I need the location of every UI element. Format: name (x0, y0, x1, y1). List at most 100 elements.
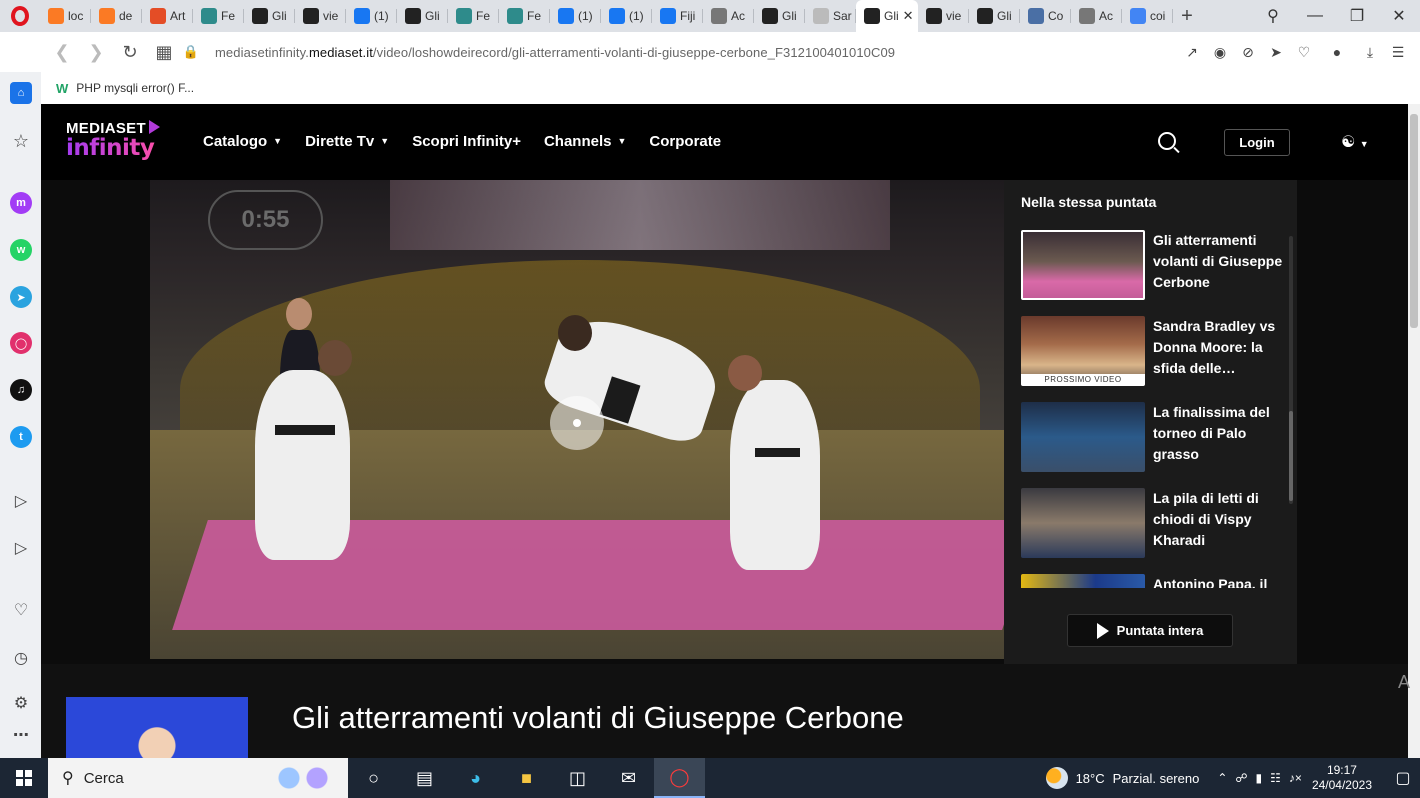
browser-tab[interactable]: Fe (499, 0, 550, 32)
lock-icon[interactable]: 🔒 (181, 44, 201, 60)
snapshot-icon[interactable]: ◉ (1208, 44, 1232, 61)
telegram-icon[interactable]: ➤ (10, 286, 32, 308)
history-clock-icon[interactable]: ◷ (10, 647, 32, 669)
mediaset-icon (405, 8, 421, 24)
speed-dial-star-icon[interactable]: ☆ (10, 130, 32, 152)
browser-tab[interactable]: Art (142, 0, 193, 32)
profile-icon[interactable]: ● (1320, 44, 1354, 60)
adblock-icon[interactable]: ⊘ (1236, 44, 1260, 61)
maximize-button[interactable]: ❐ (1336, 6, 1378, 26)
panel-scrollbar[interactable] (1289, 236, 1293, 504)
whatsapp-icon[interactable]: w (10, 239, 32, 261)
nav-item-channels[interactable]: Channels ▼ (544, 133, 626, 150)
download-icon[interactable]: ⤓ (1358, 44, 1382, 61)
browser-tab[interactable]: Fe (448, 0, 499, 32)
edge-icon[interactable]: ◕ (450, 758, 501, 798)
tab-label: de (119, 9, 133, 23)
browser-tab[interactable]: Gli ✕ (856, 0, 918, 32)
search-tabs-icon[interactable]: ⚲ (1252, 6, 1294, 26)
easy-setup-icon[interactable]: ☰ (1386, 44, 1410, 61)
share-icon[interactable]: ↗ (1180, 44, 1204, 61)
nav-item-catalogo[interactable]: Catalogo ▼ (203, 133, 282, 150)
mediaset-infinity-logo[interactable]: MEDIASET infinity (66, 120, 160, 161)
browser-tab[interactable]: Gli (969, 0, 1020, 32)
taskbar-search[interactable]: ⚲ Cerca (48, 758, 348, 798)
network-icon[interactable]: ☍ (1235, 771, 1247, 785)
browser-tab[interactable]: Fe (193, 0, 244, 32)
home-icon[interactable]: ⌂ (10, 82, 32, 104)
instagram-icon[interactable]: ◯ (10, 332, 32, 354)
weather-widget[interactable]: 18°C Parzial. sereno (1045, 767, 1199, 789)
video-player[interactable]: 0:55 (150, 180, 1005, 659)
chevron-up-icon[interactable]: ⌃ (1217, 771, 1227, 785)
episode-item[interactable]: La finalissima del torneo di Palo grasso (1021, 402, 1291, 472)
file-explorer-icon[interactable]: ■ (501, 758, 552, 798)
url-field[interactable]: mediasetinfinity.mediaset.it/video/losho… (215, 45, 895, 60)
browser-tab[interactable]: Gli (244, 0, 295, 32)
browser-tab[interactable]: vie (918, 0, 969, 32)
episode-item[interactable]: La pila di letti di chiodi di Vispy Khar… (1021, 488, 1291, 558)
nav-item-dirette-tv[interactable]: Dirette Tv ▼ (305, 133, 389, 150)
store-icon[interactable]: ◫ (552, 758, 603, 798)
browser-tab[interactable]: Gli (754, 0, 805, 32)
start-button[interactable] (0, 758, 48, 798)
close-tab-icon[interactable]: ✕ (903, 8, 914, 24)
tiktok-icon[interactable]: ♫ (10, 379, 32, 401)
episode-item[interactable]: Antonino Papa, il (1021, 574, 1291, 588)
browser-tab[interactable]: de (91, 0, 142, 32)
player-icon[interactable]: ▷ (10, 490, 32, 512)
page-scrollbar[interactable] (1408, 104, 1420, 758)
clock[interactable]: 19:17 24/04/2023 (1312, 763, 1372, 793)
browser-tab[interactable]: loc (40, 0, 91, 32)
bookmark-item[interactable]: PHP mysqli error() F... (76, 81, 194, 95)
search-icon[interactable] (1158, 132, 1176, 150)
nav-item-scopri-infinity-[interactable]: Scopri Infinity+ (412, 133, 521, 150)
forward-button[interactable]: ❯ (79, 42, 113, 63)
episode-item[interactable]: Gli atterramenti volanti di Giuseppe Cer… (1021, 230, 1291, 300)
tabs-overview-icon[interactable]: ▦ (147, 42, 181, 63)
browser-tab[interactable]: Ac (1071, 0, 1122, 32)
send-sidebar-icon[interactable]: ▷ (10, 537, 32, 559)
more-icon[interactable]: ⋯ (10, 724, 32, 746)
facebook-icon (660, 8, 676, 24)
close-window-button[interactable]: ✕ (1378, 6, 1420, 26)
browser-tab[interactable]: Fiji (652, 0, 703, 32)
browser-tab[interactable]: vie (295, 0, 346, 32)
mail-icon[interactable]: ✉ (603, 758, 654, 798)
opera-menu-icon[interactable] (0, 0, 40, 32)
task-view-icon[interactable]: ▤ (399, 758, 450, 798)
browser-tab[interactable]: (1) (550, 0, 601, 32)
favorites-heart-icon[interactable]: ♡ (10, 599, 32, 621)
notification-icon[interactable]: ▢ (1386, 768, 1420, 788)
wifi-icon[interactable]: ☷ (1270, 771, 1281, 785)
new-tab-button[interactable]: + (1173, 5, 1201, 28)
back-button[interactable]: ❮ (45, 42, 79, 63)
browser-tab[interactable]: coi (1122, 0, 1173, 32)
send-icon[interactable]: ➤ (1264, 44, 1288, 61)
heart-icon[interactable]: ♡ (1292, 44, 1316, 61)
minimize-button[interactable]: — (1294, 7, 1336, 25)
browser-tab[interactable]: (1) (601, 0, 652, 32)
episode-item[interactable]: PROSSIMO VIDEO Sandra Bradley vs Donna Mo… (1021, 316, 1291, 386)
settings-gear-icon[interactable]: ⚙ (10, 692, 32, 714)
tab-label: Gli (425, 9, 440, 23)
program-thumbnail[interactable] (66, 697, 248, 758)
twitter-icon[interactable]: t (10, 426, 32, 448)
browser-tab[interactable]: Sar (805, 0, 856, 32)
bookmarks-bar: W PHP mysqli error() F... (0, 72, 1420, 104)
browser-tab[interactable]: (1) (346, 0, 397, 32)
tab-label: coi (1150, 9, 1166, 23)
cortana-icon[interactable]: ○ (348, 758, 399, 798)
messenger-icon[interactable]: m (10, 192, 32, 214)
login-button[interactable]: Login (1224, 129, 1290, 156)
user-menu-icon[interactable]: ☯ ▼ (1341, 132, 1369, 152)
full-episode-button[interactable]: Puntata intera (1067, 614, 1233, 647)
reload-button[interactable]: ↻ (113, 42, 147, 63)
browser-tab[interactable]: Ac (703, 0, 754, 32)
nav-item-corporate[interactable]: Corporate (649, 133, 721, 150)
battery-icon[interactable]: ▮ (1256, 771, 1263, 785)
volume-muted-icon[interactable]: ♪× (1289, 771, 1302, 785)
opera-taskbar-icon[interactable]: ◯ (654, 758, 705, 798)
browser-tab[interactable]: Co (1020, 0, 1071, 32)
browser-tab[interactable]: Gli (397, 0, 448, 32)
